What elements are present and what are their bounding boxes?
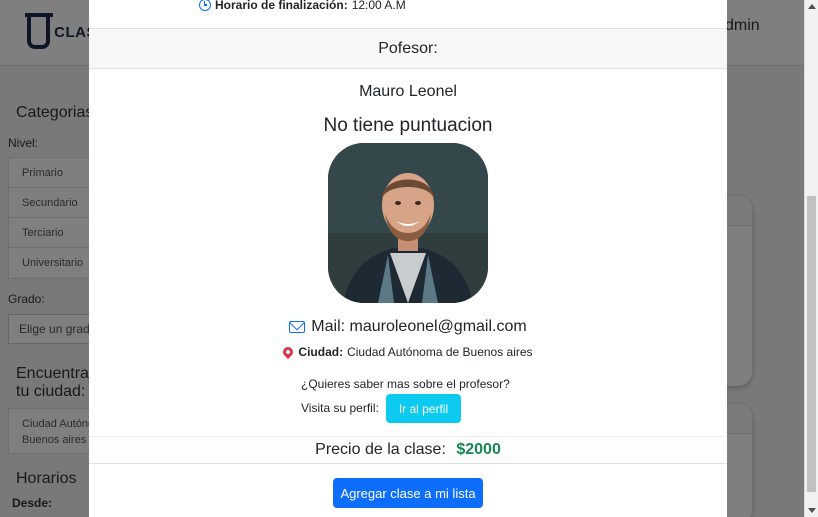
avatar-image bbox=[328, 143, 488, 303]
scroll-thumb[interactable] bbox=[807, 196, 816, 492]
scroll-down-icon[interactable] bbox=[808, 508, 816, 513]
modal-footer: Agregar clase a mi lista bbox=[89, 463, 727, 517]
modal-top-row: Horario de finalización: 12:00 A.M bbox=[89, 0, 727, 15]
end-time-row: Horario de finalización: 12:00 A.M bbox=[199, 0, 406, 12]
clock-icon bbox=[199, 0, 211, 11]
visit-profile-label: Visita su perfil: bbox=[301, 401, 379, 415]
mail-row: Mail: mauroleonel@gmail.com bbox=[89, 318, 727, 336]
map-pin-icon bbox=[281, 344, 296, 360]
city-label: Ciudad: bbox=[298, 345, 344, 359]
teacher-avatar bbox=[328, 143, 488, 303]
scroll-up-icon[interactable] bbox=[808, 4, 816, 9]
end-time-label: Horario de finalización: bbox=[215, 0, 348, 12]
city-row: Ciudad: Ciudad Autónoma de Buenos aires bbox=[89, 344, 727, 360]
price-label: Precio de la clase: bbox=[315, 441, 446, 458]
add-class-button[interactable]: Agregar clase a mi lista bbox=[333, 478, 483, 508]
city-value: Ciudad Autónoma de Buenos aires bbox=[347, 345, 533, 359]
end-time-value: 12:00 A.M bbox=[351, 0, 406, 12]
profile-question: ¿Quieres saber mas sobre el profesor? bbox=[301, 377, 510, 391]
price-value: $2000 bbox=[456, 441, 501, 458]
class-detail-modal: Horario de finalización: 12:00 A.M Pofes… bbox=[89, 0, 727, 517]
page-scrollbar[interactable] bbox=[804, 0, 818, 517]
price-row: Precio de la clase: $2000 bbox=[89, 436, 727, 464]
teacher-section-header: Pofesor: bbox=[89, 28, 727, 69]
rating-text: No tiene puntuacion bbox=[323, 115, 493, 136]
mail-text: Mail: mauroleonel@gmail.com bbox=[311, 318, 527, 335]
mail-icon bbox=[289, 321, 306, 333]
teacher-name: Mauro Leonel bbox=[359, 83, 457, 100]
profile-button[interactable]: Ir al perfil bbox=[386, 394, 461, 423]
